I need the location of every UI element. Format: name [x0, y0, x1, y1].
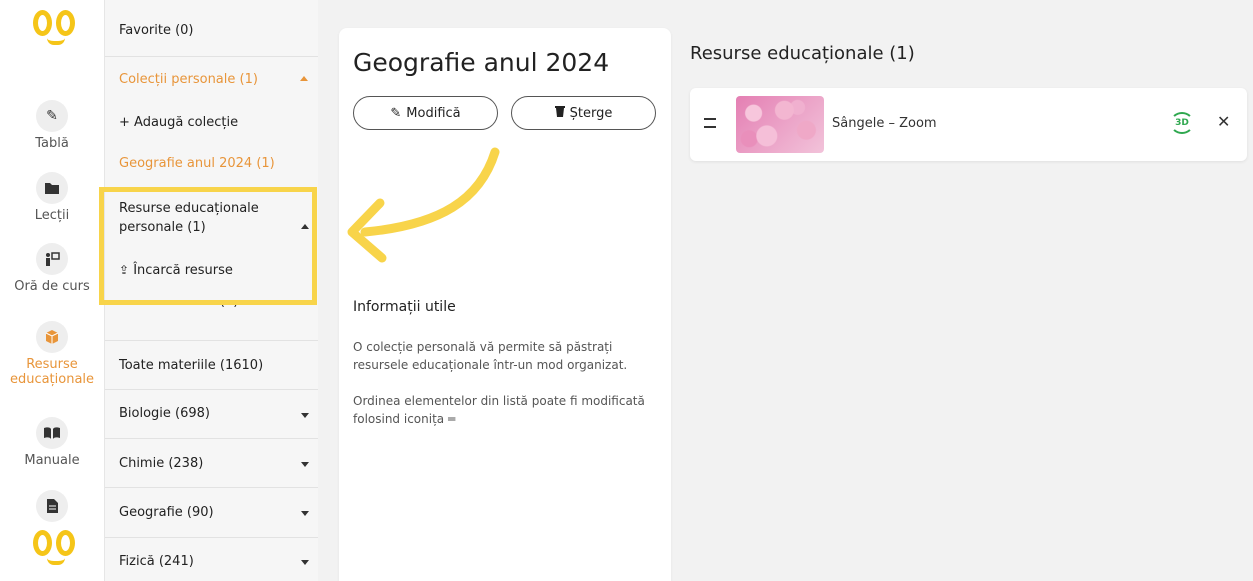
- add-collection-button[interactable]: + Adaugă colecție: [119, 115, 309, 130]
- logo-icon: [33, 530, 79, 566]
- icon-rail: ✎ Tablă Lecții Oră de curs Resurse educa…: [0, 0, 104, 581]
- divider: [105, 487, 319, 488]
- chevron-up-icon[interactable]: [300, 76, 308, 81]
- delete-button[interactable]: Șterge: [511, 96, 656, 130]
- 3d-icon: 3D: [1170, 112, 1194, 134]
- file-icon: [36, 490, 68, 522]
- info-title: Informații utile: [353, 299, 456, 315]
- folder-icon: [36, 172, 68, 204]
- highlight-box: [99, 187, 317, 305]
- teacher-board-icon: [36, 243, 68, 275]
- rail-label: Resurse educaționale: [9, 357, 95, 387]
- rail-item-lectii[interactable]: Lecții: [0, 172, 104, 223]
- divider: [105, 56, 319, 57]
- rail-item-resurse-educationale[interactable]: Resurse educaționale: [0, 321, 104, 387]
- badge-label: 3D: [1175, 118, 1189, 128]
- book-icon: [36, 417, 68, 449]
- trash-icon: [554, 105, 565, 121]
- divider: [105, 340, 319, 341]
- sidebar-item-geografie[interactable]: Geografie (90): [119, 505, 309, 520]
- rail-item-manuale[interactable]: Manuale: [0, 417, 104, 468]
- resources-title: Resurse educaționale (1): [690, 43, 915, 64]
- divider: [105, 438, 319, 439]
- pencil-icon: ✎: [390, 105, 402, 121]
- rail-label: Lecții: [34, 208, 70, 223]
- close-icon[interactable]: ✕: [1217, 112, 1230, 131]
- rail-label: Oră de curs: [14, 279, 90, 294]
- edit-label: Modifică: [406, 105, 461, 121]
- logo-icon[interactable]: [33, 10, 79, 46]
- delete-label: Șterge: [569, 105, 613, 121]
- sidebar-item-favorite[interactable]: Favorite (0): [119, 23, 309, 38]
- sidebar-item-biologie[interactable]: Biologie (698): [119, 406, 309, 421]
- resource-thumbnail[interactable]: [736, 96, 824, 153]
- chevron-down-icon[interactable]: [301, 511, 309, 516]
- resource-card[interactable]: Sângele – Zoom 3D ✕: [690, 88, 1247, 161]
- info-text: O colecție personală vă permite să păstr…: [353, 340, 628, 372]
- rail-label: Manuale: [24, 453, 80, 468]
- chevron-down-icon[interactable]: [301, 560, 309, 565]
- chevron-down-icon[interactable]: [301, 462, 309, 467]
- sidebar-item-chimie[interactable]: Chimie (238): [119, 456, 309, 471]
- collection-panel: Geografie anul 2024 ✎ Modifică Șterge In…: [339, 28, 671, 581]
- rail-label: Tablă: [35, 136, 69, 151]
- pencil-icon: ✎: [36, 100, 68, 132]
- chevron-down-icon[interactable]: [301, 413, 309, 418]
- cube-icon: [36, 321, 68, 353]
- divider: [105, 389, 319, 390]
- edit-button[interactable]: ✎ Modifică: [353, 96, 498, 130]
- sidebar-item-collection[interactable]: Geografie anul 2024 (1): [119, 156, 309, 171]
- page-title: Geografie anul 2024: [353, 48, 610, 77]
- rail-item-ora-de-curs[interactable]: Oră de curs: [0, 243, 104, 294]
- sidebar-item-personal-collections[interactable]: Colecții personale (1): [119, 72, 309, 87]
- rail-item-tabla[interactable]: ✎ Tablă: [0, 100, 104, 151]
- rail-item-file[interactable]: [0, 490, 104, 526]
- info-text: Ordinea elementelor din listă poate fi m…: [353, 394, 645, 426]
- resource-name[interactable]: Sângele – Zoom: [832, 116, 937, 131]
- sidebar-item-fizica[interactable]: Fizică (241): [119, 554, 309, 569]
- sidebar-item-all-subjects[interactable]: Toate materiile (1610): [119, 358, 309, 373]
- arrow-annotation-icon: [347, 147, 500, 263]
- divider: [105, 537, 319, 538]
- drag-handle-icon[interactable]: [704, 118, 716, 128]
